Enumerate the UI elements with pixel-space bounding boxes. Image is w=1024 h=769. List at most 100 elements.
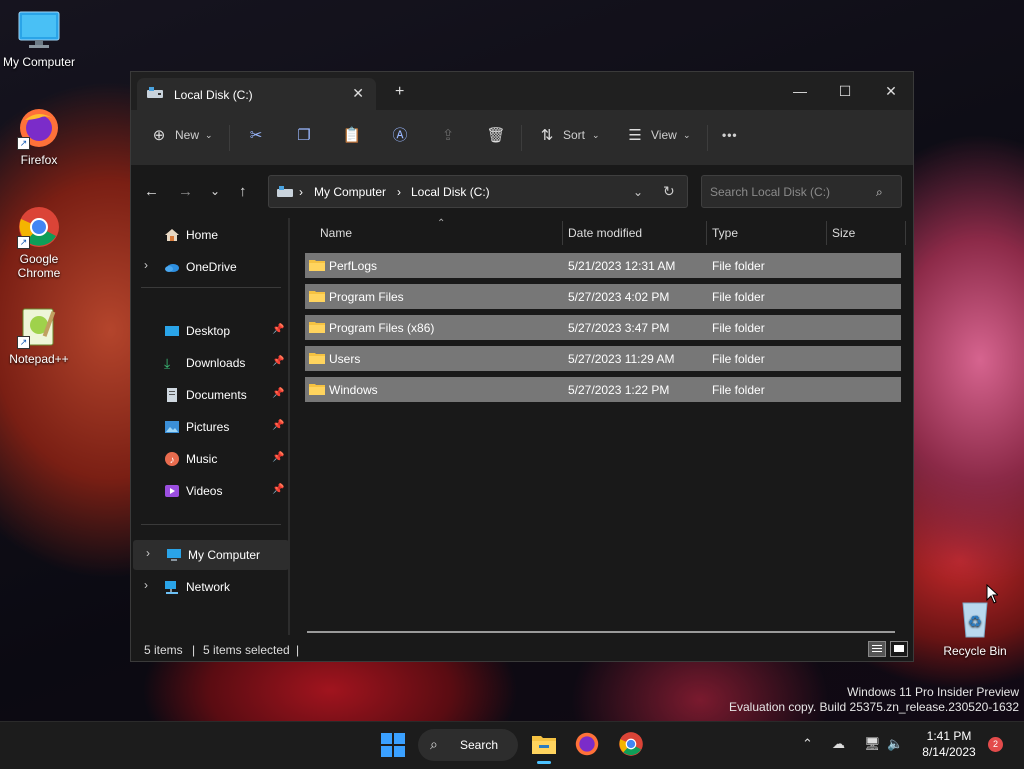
file-row-program-files[interactable]: Program Files 5/27/2023 4:02 PM File fol…	[305, 284, 901, 309]
more-options-button[interactable]: •••	[722, 128, 738, 142]
nav-item-home[interactable]: Home	[131, 220, 287, 250]
cut-icon[interactable]: ✂	[245, 125, 267, 147]
column-divider[interactable]	[706, 221, 707, 245]
pin-icon: 📌	[272, 452, 285, 463]
expand-chevron-icon[interactable]: ›	[146, 546, 150, 560]
desktop-icon-firefox[interactable]: ↗ Firefox	[1, 106, 77, 167]
address-dropdown-chevron-icon[interactable]: ⌄	[633, 185, 643, 199]
chevron-down-icon: ⌄	[592, 130, 600, 140]
expand-chevron-icon[interactable]: ›	[144, 258, 148, 272]
horizontal-scrollbar[interactable]	[307, 631, 895, 633]
view-button[interactable]: View	[651, 128, 677, 142]
notification-badge[interactable]: 2	[988, 737, 1003, 752]
search-field[interactable]: Search Local Disk (C:) ⌕	[701, 175, 902, 208]
copy-icon[interactable]: ❐	[293, 125, 315, 147]
desktop-icon-recycle-bin[interactable]: ♻ Recycle Bin	[937, 597, 1013, 658]
nav-item-label: Desktop	[186, 324, 231, 338]
taskbar-file-explorer[interactable]	[530, 730, 558, 764]
network-status-icon[interactable]: 🖥	[864, 736, 881, 752]
taskbar-firefox[interactable]	[574, 731, 602, 759]
file-name: Program Files (x86)	[329, 321, 435, 335]
file-date: 5/21/2023 12:31 AM	[568, 259, 676, 273]
address-row: ← → ⌄ ↑ › My Computer › Local Disk (C:) …	[131, 165, 913, 218]
pin-icon: 📌	[272, 420, 285, 431]
new-plus-icon[interactable]: ⊕	[148, 125, 170, 147]
refresh-icon[interactable]: ↻	[663, 183, 675, 200]
computer-small-icon	[277, 186, 293, 201]
file-name: PerfLogs	[329, 259, 378, 273]
view-icon[interactable]: ☰	[624, 125, 646, 147]
column-header-type[interactable]: Type	[712, 226, 738, 240]
toolbar-divider	[521, 125, 522, 151]
new-button[interactable]: New	[175, 128, 199, 142]
details-view-button[interactable]	[868, 641, 886, 657]
nav-item-documents[interactable]: Documents 📌	[131, 380, 287, 410]
nav-item-onedrive[interactable]: › OneDrive	[131, 252, 287, 282]
show-hidden-icons-chevron-icon[interactable]: ⌃	[802, 736, 813, 752]
file-row-program-files-x86[interactable]: Program Files (x86) 5/27/2023 3:47 PM Fi…	[305, 315, 901, 340]
selected-count: 5 items selected	[203, 643, 290, 657]
minimize-button[interactable]: —	[777, 78, 823, 104]
start-button[interactable]	[380, 732, 408, 760]
column-header-size[interactable]: Size	[832, 226, 855, 240]
folder-icon	[309, 290, 325, 302]
nav-item-network[interactable]: › Network	[131, 572, 287, 602]
nav-item-desktop[interactable]: Desktop 📌	[131, 316, 287, 346]
file-date: 5/27/2023 1:22 PM	[568, 383, 670, 397]
tiles-view-button[interactable]	[890, 641, 908, 657]
column-divider[interactable]	[562, 221, 563, 245]
nav-pane-scrollbar[interactable]	[288, 218, 290, 635]
taskbar-search[interactable]: ⌕ Search	[418, 729, 518, 761]
back-arrow-icon[interactable]: ←	[144, 183, 159, 200]
desktop-icon-my-computer[interactable]: My Computer	[1, 8, 77, 69]
column-header-name[interactable]: Name	[320, 226, 352, 240]
column-header-date-modified[interactable]: Date modified	[568, 226, 642, 240]
sort-icon[interactable]: ⇅	[536, 125, 558, 147]
desktop-icon-notepadpp[interactable]: ↗ Notepad++	[1, 305, 77, 366]
delete-icon[interactable]: 🗑	[485, 125, 507, 147]
paste-icon[interactable]: 📋	[341, 125, 363, 147]
pin-icon: 📌	[272, 356, 285, 367]
address-bar[interactable]: › My Computer › Local Disk (C:) ⌄ ↻	[268, 175, 688, 208]
downloads-icon: ⤓	[164, 355, 171, 371]
new-tab-button[interactable]: +	[395, 83, 404, 101]
nav-item-label: Network	[186, 580, 231, 594]
tab-close-icon[interactable]: ✕	[352, 85, 364, 102]
column-divider[interactable]	[826, 221, 827, 245]
nav-item-videos[interactable]: Videos 📌	[131, 476, 287, 506]
onedrive-offline-icon[interactable]: ☁	[832, 736, 845, 752]
tab-local-disk[interactable]: Local Disk (C:) ✕	[137, 78, 376, 110]
sort-caret-icon: ⌃	[437, 218, 446, 229]
recent-locations-chevron-icon[interactable]: ⌄	[210, 184, 220, 198]
forward-arrow-icon[interactable]: →	[178, 183, 193, 200]
share-icon[interactable]: ⇪	[437, 125, 459, 147]
mouse-cursor-icon	[986, 583, 1000, 607]
column-divider[interactable]	[905, 221, 906, 245]
file-row-users[interactable]: Users 5/27/2023 11:29 AM File folder	[305, 346, 901, 371]
sort-button[interactable]: Sort	[563, 128, 585, 142]
system-clock[interactable]: 1:41 PM 8/14/2023	[908, 728, 990, 760]
nav-item-my-computer[interactable]: › My Computer	[133, 540, 289, 570]
file-row-windows[interactable]: Windows 5/27/2023 1:22 PM File folder	[305, 377, 901, 402]
shortcut-arrow-icon: ↗	[17, 236, 30, 249]
pin-icon: 📌	[272, 324, 285, 335]
desktop-icon-chrome[interactable]: ↗ Google Chrome	[1, 205, 77, 280]
search-icon: ⌕	[430, 736, 438, 752]
volume-icon[interactable]: 🔈	[887, 736, 903, 752]
breadcrumb-local-disk[interactable]: Local Disk (C:)	[411, 185, 490, 199]
up-arrow-icon[interactable]: ↑	[239, 183, 247, 200]
breadcrumb-my-computer[interactable]: My Computer	[314, 185, 386, 199]
close-window-button[interactable]: ✕	[868, 78, 914, 104]
nav-divider	[141, 287, 281, 288]
maximize-button[interactable]: ☐	[822, 78, 868, 104]
nav-item-pictures[interactable]: Pictures 📌	[131, 412, 287, 442]
rename-icon[interactable]: Ⓐ	[389, 125, 411, 147]
nav-item-label: Documents	[186, 388, 247, 402]
nav-item-music[interactable]: ♪ Music 📌	[131, 444, 287, 474]
chevron-down-icon: ⌄	[683, 130, 691, 140]
file-row-perflogs[interactable]: PerfLogs 5/21/2023 12:31 AM File folder	[305, 253, 901, 278]
file-list: ⌃ Name Date modified Type Size PerfLogs …	[291, 218, 913, 635]
nav-item-downloads[interactable]: ⤓ Downloads 📌	[131, 348, 287, 378]
expand-chevron-icon[interactable]: ›	[144, 578, 148, 592]
taskbar-chrome[interactable]	[618, 731, 646, 759]
